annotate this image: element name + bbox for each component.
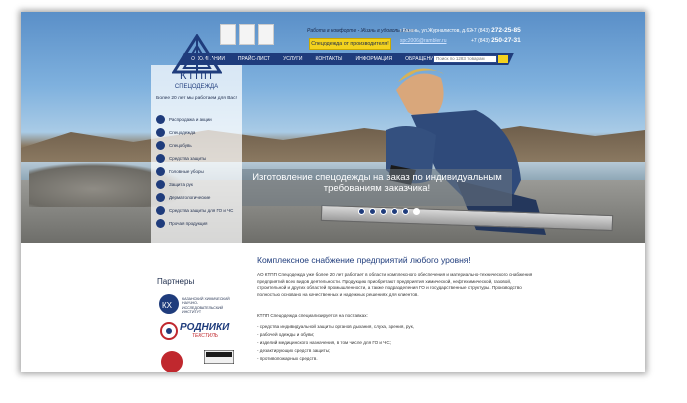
nav-item-info[interactable]: ИНФОРМАЦИЯ bbox=[351, 53, 401, 65]
mask-icon bbox=[156, 154, 165, 163]
slider-dot[interactable] bbox=[369, 208, 376, 215]
slider-dot[interactable] bbox=[380, 208, 387, 215]
sidebar-item-footwear[interactable]: Спецобувь bbox=[156, 141, 192, 150]
sidebar-item-label: Защита рук bbox=[169, 182, 193, 187]
certificate-image[interactable] bbox=[258, 24, 274, 45]
slider-dot-active[interactable] bbox=[413, 208, 420, 215]
partner-seal-icon[interactable] bbox=[158, 346, 186, 372]
sidebar-item-protection[interactable]: Средства защиты bbox=[156, 154, 206, 163]
list-item: - средства индивидуальной защиты органов… bbox=[257, 324, 414, 329]
sidebar-item-label: Средства защиты для ГО и ЧС bbox=[169, 208, 234, 213]
nav-item-services[interactable]: УСЛУГИ bbox=[279, 53, 311, 65]
certificate-image[interactable] bbox=[220, 24, 236, 45]
phone-line-2[interactable]: +7 (843) 250-27-31 bbox=[471, 37, 521, 44]
boot-icon bbox=[156, 141, 165, 150]
cream-icon bbox=[156, 193, 165, 202]
sidebar-item-label: Распродажа и акции bbox=[169, 117, 212, 122]
certificates-row bbox=[220, 24, 274, 45]
sidebar-item-other[interactable]: Прочая продукция bbox=[156, 219, 207, 228]
main-nav: О КОМПАНИИ ПРАЙС-ЛИСТ УСЛУГИ КОНТАКТЫ ИН… bbox=[187, 53, 446, 65]
main-heading: Комплексное снабжение предприятий любого… bbox=[257, 255, 471, 265]
sidebar-item-headwear[interactable]: Головные уборы bbox=[156, 167, 204, 176]
sidebar-item-label: Прочая продукция bbox=[169, 221, 208, 226]
box-icon bbox=[156, 219, 165, 228]
brand-logo-icon[interactable] bbox=[172, 34, 222, 74]
svg-text:КХ: КХ bbox=[162, 301, 173, 310]
phone-number: 250-27-31 bbox=[491, 37, 521, 44]
nav-item-contacts[interactable]: КОНТАКТЫ bbox=[312, 53, 352, 65]
phone-code: +7 (843) bbox=[471, 28, 490, 34]
partner-logo-rodniki[interactable]: РОДНИКИ ТЕКСТИЛЬ bbox=[158, 320, 238, 342]
address-text: г.Казань, ул.Журналистов, д.62 bbox=[400, 28, 473, 34]
slider-dots bbox=[358, 208, 420, 215]
percent-icon bbox=[156, 115, 165, 124]
list-item: - рабочей одежды и обуви; bbox=[257, 332, 315, 337]
certificate-image[interactable] bbox=[239, 24, 255, 45]
slider-caption: Изготовление спецодежды на заказ по инди… bbox=[252, 172, 502, 194]
partner-logos-more bbox=[158, 346, 238, 372]
specialization-intro: КТПП Спецодежда специализируется на пост… bbox=[257, 313, 368, 318]
list-item: - изделий медицинского назначения, в том… bbox=[257, 340, 391, 345]
sidebar-item-sale[interactable]: Распродажа и акции bbox=[156, 115, 212, 124]
partner-logo-khimnii[interactable]: КХ КАЗАНСКИЙ ХИМИЧЕСКИЙ НАУЧНО-ИССЛЕДОВА… bbox=[158, 293, 238, 315]
search-input[interactable] bbox=[433, 55, 497, 63]
phone-line-1[interactable]: +7 (843) 272-25-85 bbox=[471, 27, 521, 34]
khimnii-logo-icon: КХ bbox=[159, 294, 179, 314]
brand-subtitle: СПЕЦОДЕЖДА bbox=[174, 84, 219, 90]
header-slogan: Работа в комфорте - Жизнь в удовольствие bbox=[307, 28, 415, 34]
slider-dot[interactable] bbox=[358, 208, 365, 215]
jacket-icon bbox=[156, 128, 165, 137]
sidebar-item-label: Спецодежда bbox=[169, 130, 196, 135]
sidebar-item-derma[interactable]: Дерматологические bbox=[156, 193, 210, 202]
manufacturer-button[interactable]: Спецодежда от производителя! bbox=[309, 38, 391, 50]
brand-name: КТПП bbox=[180, 70, 213, 82]
browser-screenshot-frame: Работа в комфорте - Жизнь в удовольствие… bbox=[21, 12, 645, 372]
intro-paragraph: АО КТПП Спецодежда уже более 20 лет рабо… bbox=[257, 272, 533, 297]
phone-number: 272-25-85 bbox=[491, 27, 521, 34]
nav-item-pricelist[interactable]: ПРАЙС-ЛИСТ bbox=[234, 53, 279, 65]
partner-logo-subtext: ТЕКСТИЛЬ bbox=[192, 333, 219, 339]
partner-logo-text: РОДНИКИ bbox=[180, 322, 230, 333]
slider-dot[interactable] bbox=[391, 208, 398, 215]
search-button[interactable] bbox=[498, 55, 508, 63]
brand-tagline: Более 20 лет мы работаем для Вас! bbox=[156, 96, 237, 101]
phone-code: +7 (843) bbox=[471, 38, 490, 44]
partner-logo-text: КАЗАНСКИЙ ХИМИЧЕСКИЙ НАУЧНО-ИССЛЕДОВАТЕЛ… bbox=[182, 297, 230, 315]
sidebar-item-workwear[interactable]: Спецодежда bbox=[156, 128, 195, 137]
helmet-icon bbox=[156, 167, 165, 176]
partner-badge-icon[interactable] bbox=[204, 350, 234, 364]
sidebar-item-label: Спецобувь bbox=[169, 143, 192, 148]
sidebar-item-hands[interactable]: Защита рук bbox=[156, 180, 193, 189]
sidebar-item-label: Головные уборы bbox=[169, 169, 204, 174]
list-item: - дезактирующих средств защиты; bbox=[257, 348, 331, 353]
sidebar-item-label: Средства защиты bbox=[169, 156, 207, 161]
sidebar-item-label: Дерматологические bbox=[169, 195, 211, 200]
rodniki-logo-icon bbox=[160, 322, 178, 340]
email-link[interactable]: spc2006@rambler.ru bbox=[400, 38, 447, 44]
sidebar-item-civil-defense[interactable]: Средства защиты для ГО и ЧС bbox=[156, 206, 233, 215]
gas-mask-icon bbox=[156, 206, 165, 215]
list-item: - противопожарных средств. bbox=[257, 356, 318, 361]
slider-dot[interactable] bbox=[402, 208, 409, 215]
partners-heading: Партнеры bbox=[157, 277, 195, 286]
glove-icon bbox=[156, 180, 165, 189]
